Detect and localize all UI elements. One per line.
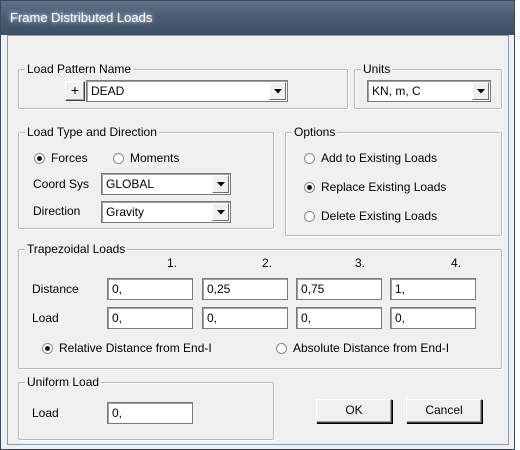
load-field-4[interactable]: 0, <box>390 307 476 329</box>
options-group: Options Add to Existing Loads Replace Ex… <box>285 125 502 236</box>
radio-unselected-icon <box>113 153 124 164</box>
distance-field-1[interactable]: 0, <box>107 278 193 300</box>
radio-unselected-icon <box>276 343 287 354</box>
chevron-down-icon[interactable] <box>212 175 229 193</box>
distance-field-3[interactable]: 0,75 <box>296 278 382 300</box>
distance-label: Distance <box>32 282 79 296</box>
ok-button[interactable]: OK <box>316 399 392 423</box>
radio-selected-icon <box>34 153 45 164</box>
coord-sys-label: Coord Sys <box>33 177 90 191</box>
direction-value: Gravity <box>106 205 145 219</box>
units-group: Units KN, m, C <box>354 62 502 109</box>
direction-dropdown[interactable]: Gravity <box>101 201 231 223</box>
radio-selected-icon <box>304 182 315 193</box>
radio-unselected-icon <box>304 211 315 222</box>
column-header-1: 1. <box>166 256 177 270</box>
load-type-legend: Load Type and Direction <box>25 125 159 140</box>
radio-selected-icon <box>42 343 53 354</box>
direction-label: Direction <box>33 204 81 218</box>
options-legend: Options <box>292 125 338 140</box>
load-pattern-legend: Load Pattern Name <box>25 62 134 77</box>
distance-field-2[interactable]: 0,25 <box>202 278 288 300</box>
trapezoidal-loads-group: Trapezoidal Loads 1. 2. 3. 4. Distance 0… <box>18 242 502 369</box>
distance-field-4[interactable]: 1, <box>390 278 476 300</box>
load-pattern-dropdown[interactable]: DEAD <box>86 80 288 102</box>
dialog-body: Load Pattern Name + DEAD Units KN, m, C … <box>7 35 509 445</box>
load-type-group: Load Type and Direction Forces Moments C… <box>18 125 274 229</box>
load-label: Load <box>32 311 59 325</box>
load-field-2[interactable]: 0, <box>202 307 288 329</box>
cancel-button[interactable]: Cancel <box>406 399 482 423</box>
uniform-load-field[interactable]: 0, <box>107 402 193 424</box>
radio-unselected-icon <box>304 153 315 164</box>
uniform-load-label: Load <box>32 406 59 420</box>
trapezoidal-legend: Trapezoidal Loads <box>25 242 128 257</box>
uniform-load-legend: Uniform Load <box>25 375 102 390</box>
uniform-load-group: Uniform Load Load 0, <box>18 375 274 440</box>
column-header-3: 3. <box>354 256 365 270</box>
chevron-down-icon[interactable] <box>472 82 489 100</box>
coord-sys-dropdown[interactable]: GLOBAL <box>101 173 231 195</box>
column-header-2: 2. <box>261 256 272 270</box>
load-field-1[interactable]: 0, <box>107 307 193 329</box>
coord-sys-value: GLOBAL <box>106 177 155 191</box>
units-dropdown[interactable]: KN, m, C <box>367 80 491 102</box>
title-bar[interactable]: Frame Distributed Loads <box>1 1 514 35</box>
add-load-pattern-button[interactable]: + <box>65 81 85 101</box>
units-legend: Units <box>361 62 393 77</box>
load-field-3[interactable]: 0, <box>296 307 382 329</box>
units-value: KN, m, C <box>372 84 421 98</box>
load-pattern-value: DEAD <box>91 84 125 98</box>
chevron-down-icon[interactable] <box>212 203 229 221</box>
chevron-down-icon[interactable] <box>269 82 286 100</box>
frame-distributed-loads-window: Frame Distributed Loads Load Pattern Nam… <box>0 0 515 450</box>
column-header-4: 4. <box>450 256 461 270</box>
window-title: Frame Distributed Loads <box>10 10 153 25</box>
load-pattern-group: Load Pattern Name + DEAD <box>18 62 348 109</box>
